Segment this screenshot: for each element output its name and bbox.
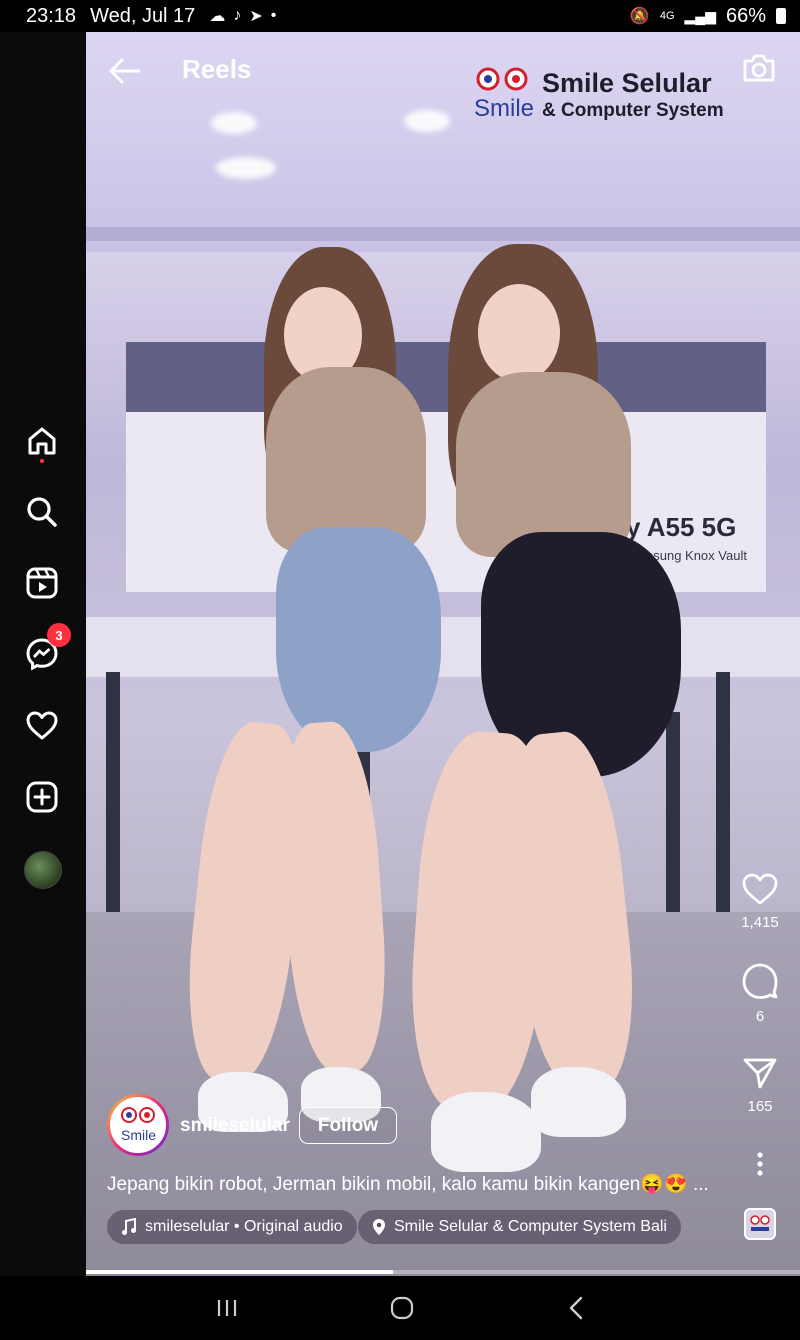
post-caption[interactable]: Jepang bikin robot, Jerman bikin mobil, …: [107, 1172, 727, 1196]
home-notification-dot: [40, 459, 44, 463]
cloud-icon: ☁: [209, 8, 226, 25]
page-title: Reels: [182, 54, 252, 84]
heart-icon[interactable]: [741, 872, 779, 906]
status-date: Wed, Jul 17: [90, 4, 196, 27]
network-type: 4G: [659, 10, 675, 22]
reels-icon: [26, 567, 58, 599]
more-options-icon[interactable]: [750, 1150, 770, 1178]
nav-messenger[interactable]: 3: [21, 623, 71, 675]
avatar[interactable]: [24, 851, 62, 889]
back-arrow-icon[interactable]: [108, 56, 142, 86]
nav-create[interactable]: [21, 776, 63, 818]
back-button[interactable]: [565, 1296, 587, 1320]
send-icon[interactable]: [742, 1056, 778, 1090]
status-time: 23:18: [26, 4, 77, 27]
recent-apps-button[interactable]: [214, 1296, 240, 1320]
audio-thumbnail[interactable]: [744, 1208, 776, 1240]
brand-logo: Smile: [474, 67, 534, 122]
banner-subtext: esung Knox Vault: [646, 548, 747, 563]
like-action[interactable]: 1,415: [735, 872, 785, 931]
author-username[interactable]: smileselular: [180, 1115, 290, 1137]
location-chip[interactable]: Smile Selular & Computer System Bali: [358, 1210, 681, 1244]
home-circle-icon: [390, 1296, 414, 1320]
battery-percent: 66%: [725, 4, 766, 27]
recent-apps-icon: [217, 1300, 237, 1316]
nav-rail: 3: [0, 32, 86, 1276]
brand-subtitle: & Computer System: [542, 100, 724, 121]
reel-video[interactable]: y A55 5G esung Knox Vault: [86, 32, 800, 1276]
mute-icon: 🔕: [629, 8, 650, 25]
audio-label: smileselular • Original audio: [145, 1218, 343, 1235]
like-count: 1,415: [741, 914, 779, 931]
follow-button[interactable]: Follow: [299, 1107, 397, 1144]
video-progress[interactable]: [86, 1270, 800, 1274]
nav-home[interactable]: [21, 420, 63, 463]
camera-icon[interactable]: [741, 52, 777, 84]
signal-icon: ▂▄▆: [684, 7, 716, 24]
author-logo: Smile: [121, 1107, 156, 1143]
comment-icon[interactable]: [741, 962, 779, 1000]
messenger-badge: 3: [47, 623, 71, 647]
nav-search[interactable]: [21, 491, 63, 533]
notification-icons: ☁ ♪ ➤ •: [209, 6, 276, 26]
nav-reels[interactable]: [21, 562, 63, 604]
battery-icon: [776, 8, 786, 24]
system-nav-bar: [0, 1276, 800, 1340]
brand-title: Smile Selular: [542, 68, 712, 98]
tiktok-icon: ♪: [233, 7, 242, 24]
author-avatar[interactable]: Smile: [107, 1094, 169, 1156]
plus-square-icon: [26, 781, 58, 813]
svg-text:Smile: Smile: [121, 1127, 156, 1143]
nav-activity[interactable]: [21, 705, 63, 747]
share-action[interactable]: 165: [735, 1056, 785, 1115]
comment-action[interactable]: 6: [735, 962, 785, 1025]
share-count: 165: [747, 1098, 773, 1115]
brand-watermark: Smile Smile Selular & Computer System: [472, 66, 742, 126]
banner-text: y A55 5G: [626, 512, 737, 542]
audio-chip[interactable]: smileselular • Original audio: [107, 1210, 357, 1244]
home-icon: [28, 427, 56, 455]
comment-count: 6: [755, 1008, 765, 1025]
heart-icon: [26, 711, 58, 740]
location-pin-icon: [373, 1219, 385, 1235]
svg-text:Smile: Smile: [474, 95, 534, 122]
telegram-icon: ➤: [249, 8, 263, 25]
video-progress-fill: [86, 1270, 394, 1274]
search-icon: [27, 497, 57, 527]
music-note-icon: [122, 1218, 136, 1235]
status-bar: 23:18 Wed, Jul 17 ☁ ♪ ➤ • 🔕 4G ▂▄▆ 66%: [0, 0, 800, 32]
audio-thumbnail-logo: [750, 1215, 770, 1231]
home-button[interactable]: [389, 1296, 415, 1320]
location-label: Smile Selular & Computer System Bali: [394, 1218, 667, 1235]
chevron-left-icon: [569, 1296, 583, 1320]
more-dot-icon: •: [270, 7, 277, 24]
